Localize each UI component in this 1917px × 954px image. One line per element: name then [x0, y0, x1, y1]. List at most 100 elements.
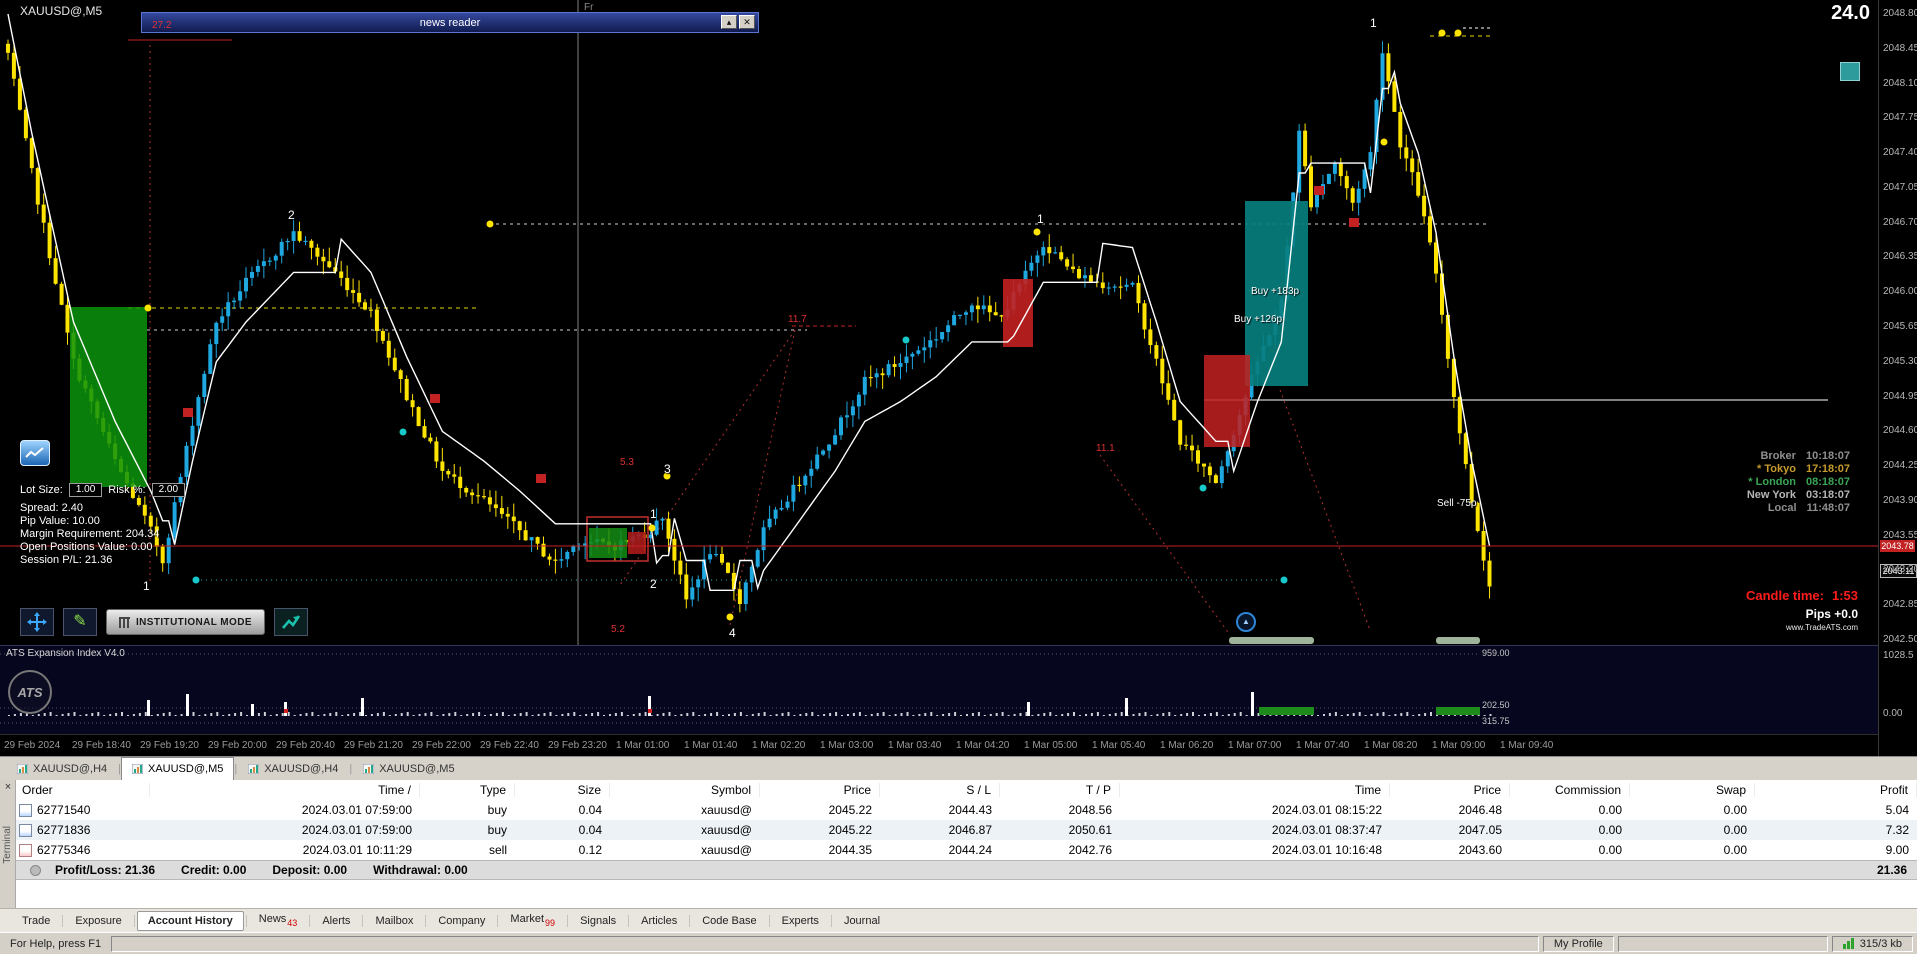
trade-result-label: Buy +183p: [1251, 286, 1300, 297]
column-header[interactable]: Profit: [1755, 783, 1917, 797]
terminal-tab-news[interactable]: News43: [249, 910, 308, 930]
wave-number: 1: [650, 507, 657, 521]
mini-chart-icon: [363, 764, 375, 774]
terminal-tab-trade[interactable]: Trade: [12, 912, 60, 930]
institutional-mode-label: INSTITUTIONAL MODE: [136, 616, 252, 628]
column-header[interactable]: Type: [420, 783, 515, 797]
terminal-close-button[interactable]: ×: [2, 781, 14, 793]
account-info-overlay: Lot Size: 1.00 Risk %: 2.00 Spread: 2.40…: [20, 483, 186, 567]
summary-text: Profit/Loss: 21.36 Credit: 0.00 Deposit: 0…: [55, 863, 468, 877]
chart-tab[interactable]: XAUUSD@,H4: [237, 758, 349, 780]
chart-tab[interactable]: XAUUSD@,M5: [352, 758, 465, 780]
help-text: For Help, press F1: [10, 937, 102, 950]
terminal-tab-bar: Trade Exposure Account History News43 Alerts…: [0, 908, 1917, 932]
history-row[interactable]: 62771836 2024.03.01 07:59:00 buy 0.04 xauusd…: [16, 820, 1917, 840]
history-cell: 2046.87: [948, 823, 992, 837]
vendor-site-label: www.TradeATS.com: [1785, 623, 1858, 632]
history-cell: 2045.22: [828, 823, 872, 837]
terminal-tab-signals[interactable]: Signals: [570, 912, 626, 930]
column-header[interactable]: Swap: [1630, 783, 1755, 797]
lot-size-value[interactable]: 1.00: [68, 483, 103, 497]
clock-label: New York: [1746, 489, 1796, 501]
history-cell: 9.00: [1885, 843, 1909, 857]
tab-badge: 99: [545, 917, 556, 928]
scroll-marker-icon[interactable]: ▲: [1236, 612, 1256, 632]
column-header[interactable]: T / P: [1000, 783, 1120, 797]
order-icon: [19, 823, 32, 837]
history-cell: 2047.05: [1458, 823, 1502, 837]
trading-platform-window: XAUUSD@,M5 Fr 24.0 news reader ▴ ✕ 21312…: [0, 0, 1917, 954]
clock-row: Local 11:48:07: [1600, 502, 1850, 515]
chart-tab[interactable]: XAUUSD@,M5: [121, 757, 235, 780]
terminal-tab-articles[interactable]: Articles: [631, 912, 687, 930]
column-header[interactable]: Time /: [150, 783, 420, 797]
terminal-tab-journal[interactable]: Journal: [834, 912, 890, 930]
main-chart[interactable]: XAUUSD@,M5 Fr 24.0 news reader ▴ ✕ 21312…: [0, 0, 1878, 645]
chart-line-icon: [25, 447, 44, 458]
expand-chart-button[interactable]: [273, 608, 308, 636]
ats-logo: ATS: [8, 670, 52, 714]
wave-number: 2: [650, 577, 657, 591]
mini-chart-button[interactable]: [20, 440, 50, 466]
risk-value[interactable]: 2.00: [151, 483, 186, 497]
history-table-body: 62771540 2024.03.01 07:59:00 buy 0.04 xauusd…: [16, 800, 1917, 860]
tab-separator: [768, 914, 770, 927]
history-cell: buy: [487, 823, 507, 837]
pencil-icon: ✎: [73, 613, 87, 630]
column-header[interactable]: Price: [1390, 783, 1510, 797]
history-cell: 7.32: [1885, 823, 1909, 837]
price-scale-label: 2042.85: [1883, 599, 1917, 611]
profile-cell[interactable]: My Profile: [1542, 935, 1614, 952]
column-header[interactable]: Symbol: [610, 783, 760, 797]
trade-result-label: Buy +126p: [1234, 314, 1283, 325]
column-header[interactable]: Size: [515, 783, 610, 797]
crosshair-button[interactable]: [20, 608, 54, 636]
tab-separator: [689, 914, 691, 927]
status-bar: For Help, press F1 My Profile 315/3 kb: [0, 932, 1917, 954]
summary-segment: Credit: 0.00: [181, 863, 247, 877]
close-button[interactable]: ✕: [739, 15, 755, 29]
traffic-label: 315/3 kb: [1859, 937, 1902, 950]
terminal-tab-exposure[interactable]: Exposure: [65, 912, 131, 930]
history-cell: 2048.56: [1068, 803, 1112, 817]
chart-tab-bar: XAUUSD@,H4 | XAUUSD@,M5 | XAUUSD@,H4 | XAUUSD@…: [0, 756, 1917, 780]
history-cell: 0.00: [1598, 843, 1622, 857]
time-axis[interactable]: 29 Feb 2024 29 Feb 18:40 29 Feb 19:20 29 Fe…: [0, 734, 1878, 756]
indicator-panel[interactable]: ATS Expansion Index V4.0 ATS 959.00 202.5…: [0, 645, 1878, 734]
terminal-tab-company[interactable]: Company: [428, 912, 495, 930]
period-value: 24.0: [1831, 2, 1870, 24]
history-row[interactable]: 62771540 2024.03.01 07:59:00 buy 0.04 xauusd…: [16, 800, 1917, 820]
history-cell: buy: [487, 803, 507, 817]
terminal-tab-experts[interactable]: Experts: [772, 912, 829, 930]
history-table-header[interactable]: Order Time / Type Size Symbol Price S / LT / P…: [16, 780, 1917, 801]
history-cell: xauusd@: [701, 823, 752, 837]
news-reader-window[interactable]: news reader ▴ ✕: [141, 12, 759, 33]
mini-chart-icon: [132, 764, 143, 774]
draw-button[interactable]: ✎: [63, 608, 97, 636]
terminal-tab-market[interactable]: Market99: [500, 910, 565, 930]
time-axis-label: 1 Mar 06:20: [1160, 740, 1214, 751]
column-header[interactable]: Time: [1120, 783, 1390, 797]
history-cell: 2042.76: [1068, 843, 1112, 857]
price-scale-label: 2046.00: [1883, 286, 1917, 298]
clock-label: Broker: [1760, 450, 1796, 462]
column-header[interactable]: Price: [760, 783, 880, 797]
column-header[interactable]: Commission: [1510, 783, 1630, 797]
price-scale-label: 2046.35: [1883, 251, 1917, 263]
institutional-mode-button[interactable]: INSTITUTIONAL MODE: [106, 609, 265, 635]
collapse-button[interactable]: ▴: [721, 15, 737, 29]
candlestick-chart[interactable]: [0, 0, 1878, 645]
history-cell: 2024.03.01 08:37:47: [1271, 823, 1382, 837]
column-header[interactable]: Order: [16, 783, 150, 797]
price-scale[interactable]: 2043.78 2043.11 2048.80 2048.45 2048.10 204…: [1878, 0, 1917, 756]
history-row[interactable]: 62775346 2024.03.01 10:11:29 sell 0.12 xauus…: [16, 840, 1917, 860]
price-scale-label: 2045.65: [1883, 321, 1917, 333]
time-axis-label: 29 Feb 18:40: [72, 740, 131, 751]
terminal-tab-mailbox[interactable]: Mailbox: [365, 912, 423, 930]
chart-tab[interactable]: XAUUSD@,H4: [6, 758, 118, 780]
terminal-tab-account-history[interactable]: Account History: [136, 910, 244, 931]
time-axis-label: 1 Mar 05:00: [1024, 740, 1078, 751]
column-header[interactable]: S / L: [880, 783, 1000, 797]
terminal-tab-alerts[interactable]: Alerts: [312, 912, 360, 930]
terminal-tab-code-base[interactable]: Code Base: [692, 912, 766, 930]
